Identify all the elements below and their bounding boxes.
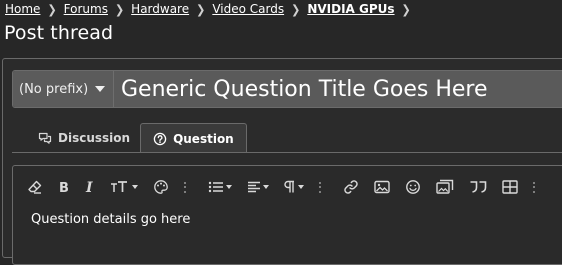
breadcrumb: Home ❯ Forums ❯ Hardware ❯ Video Cards ❯… [5,0,418,18]
svg-text:B: B [59,181,69,194]
dropdown-caret-icon [263,185,269,189]
question-body-input[interactable]: Question details go here [13,208,562,231]
more-options-icon[interactable] [533,181,535,193]
prefix-select-value: (No prefix) [19,81,89,97]
text-size-icon[interactable] [110,177,138,197]
prefix-select[interactable]: (No prefix) [13,71,114,107]
chevron-right-icon: ❯ [114,1,125,17]
more-options-icon[interactable] [319,181,321,193]
dropdown-caret-icon [132,185,138,189]
table-icon[interactable] [502,177,518,197]
italic-icon[interactable]: I [85,177,95,197]
question-editor: B I Question details go here [12,165,562,265]
tab-question[interactable]: Question [140,123,247,153]
link-icon[interactable] [343,177,359,197]
list-icon[interactable] [208,177,232,197]
dropdown-caret-icon [226,185,232,189]
question-circle-icon [153,132,167,146]
page-title: Post thread [4,22,114,44]
chevron-right-icon: ❯ [291,1,301,17]
breadcrumb-forums-link[interactable]: Forums [64,2,108,16]
bold-icon[interactable]: B [58,177,70,197]
tab-divider [12,152,562,153]
image-icon[interactable] [374,177,390,197]
svg-text:I: I [85,180,93,194]
tab-discussion[interactable]: Discussion [12,123,140,153]
chevron-right-icon: ❯ [401,1,411,17]
breadcrumb-nvidia-gpus-link[interactable]: NVIDIA GPUs [307,2,394,16]
thread-title-row: (No prefix) Generic Question Title Goes … [12,70,562,108]
more-options-icon[interactable] [184,181,186,193]
editor-toolbar: B I [13,166,562,208]
speech-bubbles-icon [38,131,52,145]
thread-title-input[interactable]: Generic Question Title Goes Here [114,71,562,107]
breadcrumb-home-link[interactable]: Home [5,2,40,16]
media-icon[interactable] [436,177,454,197]
quote-icon[interactable] [469,177,487,197]
align-icon[interactable] [247,177,269,197]
palette-icon[interactable] [153,177,169,197]
breadcrumb-video-cards-link[interactable]: Video Cards [212,2,284,16]
breadcrumb-hardware-link[interactable]: Hardware [131,2,189,16]
thread-type-tabs: Discussion Question [12,123,247,153]
eraser-icon[interactable] [27,177,43,197]
caret-down-icon [95,86,106,92]
dropdown-caret-icon [298,185,304,189]
paragraph-icon[interactable] [284,177,304,197]
tab-discussion-label: Discussion [58,131,131,145]
tab-question-label: Question [173,131,234,146]
chevron-right-icon: ❯ [47,1,57,17]
smiley-icon[interactable] [405,177,421,197]
chevron-right-icon: ❯ [196,1,206,17]
